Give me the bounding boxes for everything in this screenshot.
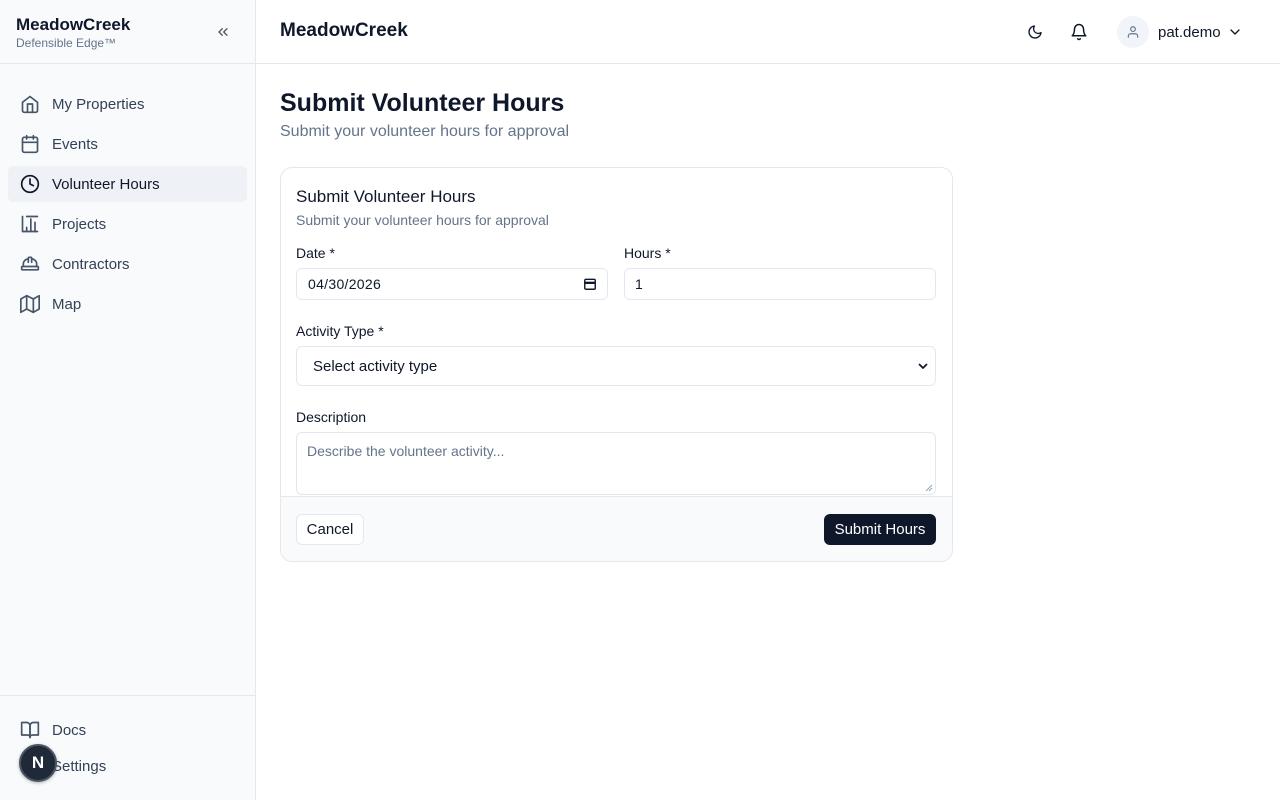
calendar-picker-icon[interactable] bbox=[583, 277, 597, 291]
description-textarea[interactable]: Describe the volunteer activity... bbox=[296, 432, 936, 495]
sidebar: MeadowCreek Defensible Edge™ My Properti… bbox=[0, 0, 256, 800]
sidebar-item-projects[interactable]: Projects bbox=[8, 206, 247, 242]
moon-icon bbox=[1028, 25, 1042, 39]
submit-hours-button[interactable]: Submit Hours bbox=[824, 514, 936, 545]
sidebar-item-my-properties[interactable]: My Properties bbox=[8, 86, 247, 122]
hours-label: Hours * bbox=[624, 245, 671, 261]
description-placeholder: Describe the volunteer activity... bbox=[307, 443, 505, 459]
bell-icon bbox=[1071, 23, 1087, 41]
top-header: MeadowCreek pat.demo bbox=[256, 0, 1280, 64]
card-subtitle: Submit your volunteer hours for approval bbox=[296, 212, 549, 228]
chart-icon bbox=[20, 214, 40, 234]
activity-type-label: Activity Type * bbox=[296, 323, 384, 339]
sidebar-item-label: My Properties bbox=[52, 95, 145, 113]
form-footer: Cancel Submit Hours bbox=[281, 496, 952, 561]
sidebar-nav: My Properties Events Volunteer Hours Pro… bbox=[0, 64, 255, 322]
avatar bbox=[1117, 16, 1149, 48]
date-label: Date * bbox=[296, 245, 335, 261]
sidebar-item-docs[interactable]: Docs bbox=[8, 712, 247, 748]
calendar-icon bbox=[20, 134, 40, 154]
theme-toggle-button[interactable] bbox=[1023, 20, 1047, 44]
sidebar-item-label: Docs bbox=[52, 721, 87, 739]
header-title: MeadowCreek bbox=[280, 20, 408, 41]
collapse-sidebar-button[interactable] bbox=[212, 21, 234, 43]
volunteer-hours-form-card: Submit Volunteer Hours Submit your volun… bbox=[280, 167, 953, 562]
page-subtitle: Submit your volunteer hours for approval bbox=[280, 123, 570, 140]
brand-tagline: Defensible Edge™ bbox=[16, 36, 117, 50]
date-value: 04/30/2026 bbox=[308, 276, 382, 292]
user-icon bbox=[1127, 26, 1139, 38]
floating-avatar-button[interactable]: N bbox=[19, 744, 57, 782]
sidebar-item-label: Settings bbox=[52, 757, 107, 775]
sidebar-item-contractors[interactable]: Contractors bbox=[8, 246, 247, 282]
sidebar-item-events[interactable]: Events bbox=[8, 126, 247, 162]
user-menu[interactable]: pat.demo bbox=[1117, 16, 1243, 48]
description-label: Description bbox=[296, 409, 367, 425]
clock-icon bbox=[20, 174, 40, 194]
home-icon bbox=[20, 94, 40, 114]
activity-type-select[interactable]: Select activity type bbox=[296, 346, 936, 386]
sidebar-item-label: Map bbox=[52, 295, 82, 313]
sidebar-item-label: Projects bbox=[52, 215, 107, 233]
chevron-down-icon bbox=[1229, 29, 1240, 35]
sidebar-item-map[interactable]: Map bbox=[8, 286, 247, 322]
hard-hat-icon bbox=[20, 254, 40, 274]
hours-field[interactable]: 1 bbox=[624, 268, 936, 300]
sidebar-item-label: Contractors bbox=[52, 255, 130, 273]
card-title: Submit Volunteer Hours bbox=[296, 187, 476, 206]
book-icon bbox=[20, 720, 40, 740]
username: pat.demo bbox=[1158, 23, 1221, 41]
brand-name: MeadowCreek bbox=[16, 15, 131, 34]
activity-type-selected: Select activity type bbox=[313, 357, 438, 375]
sidebar-item-label: Events bbox=[52, 135, 98, 153]
resize-handle-icon[interactable] bbox=[925, 484, 933, 492]
chevrons-left-icon bbox=[218, 27, 228, 36]
brand: MeadowCreek Defensible Edge™ bbox=[0, 0, 255, 64]
hours-value: 1 bbox=[635, 276, 643, 292]
map-icon bbox=[20, 294, 40, 314]
chevron-down-icon bbox=[918, 363, 928, 369]
sidebar-item-label: Volunteer Hours bbox=[52, 175, 160, 193]
cancel-button[interactable]: Cancel bbox=[296, 514, 364, 545]
notifications-button[interactable] bbox=[1067, 20, 1091, 44]
date-field[interactable]: 04/30/2026 bbox=[296, 268, 608, 300]
page-title: Submit Volunteer Hours bbox=[280, 89, 565, 117]
sidebar-item-volunteer-hours[interactable]: Volunteer Hours bbox=[8, 166, 247, 202]
